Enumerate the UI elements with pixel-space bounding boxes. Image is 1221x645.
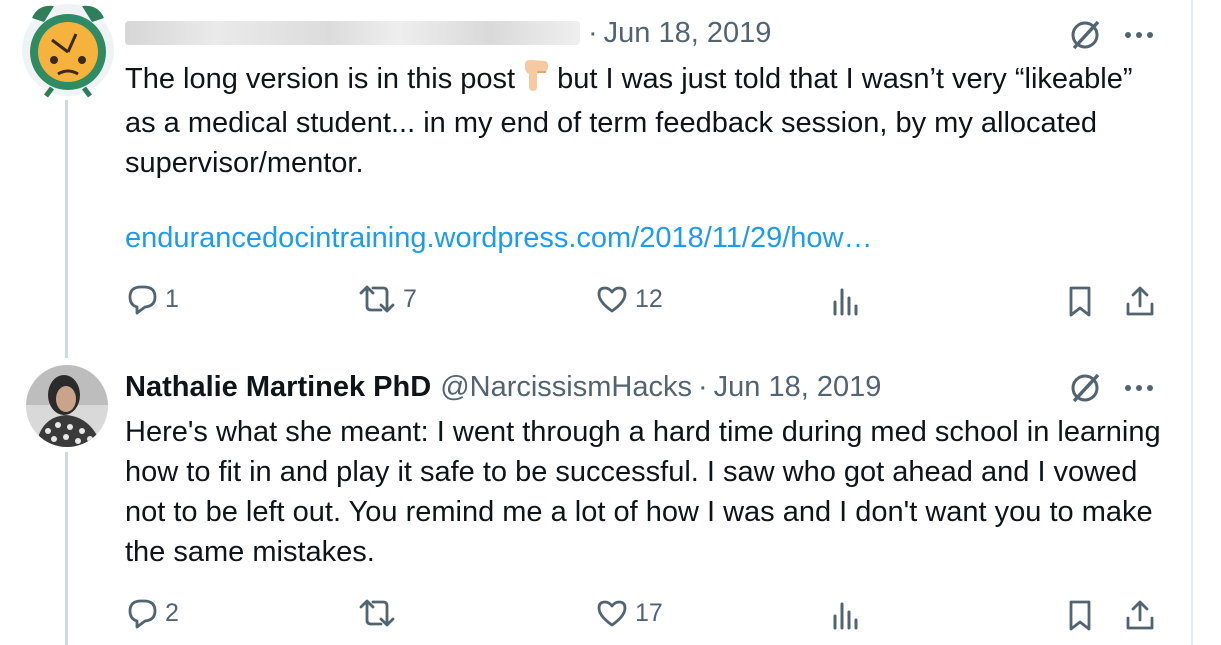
tweet-action-bar: 1 7 12: [125, 282, 1165, 322]
share-icon: [1126, 286, 1154, 316]
tweet-header: Nathalie Martinek PhD @NarcissismHacks ·…: [125, 368, 881, 406]
like-button[interactable]: 17: [595, 596, 663, 630]
views-icon: [833, 288, 858, 316]
pointing-down-emoji: [519, 58, 553, 103]
repost-button[interactable]: [357, 596, 403, 630]
separator-dot: ·: [588, 16, 598, 49]
like-count: 17: [635, 598, 663, 627]
reply-icon: [128, 285, 157, 315]
avatar[interactable]: [22, 0, 114, 98]
bookmark-icon: [1069, 286, 1091, 317]
tweet-text: Here's what she meant: I went through a …: [125, 416, 1161, 568]
author-name[interactable]: Nathalie Martinek PhD: [125, 371, 431, 404]
tweet-action-bar: 2 17: [125, 596, 1165, 636]
share-button[interactable]: [1123, 284, 1157, 318]
share-button[interactable]: [1123, 598, 1157, 632]
grok-icon[interactable]: [1068, 371, 1102, 405]
grok-icon[interactable]: [1068, 18, 1102, 52]
alarm-clock-avatar-image: [22, 4, 114, 98]
bookmark-button[interactable]: [1063, 598, 1097, 632]
more-dots-icon[interactable]: [1124, 30, 1154, 40]
views-button[interactable]: [829, 598, 863, 632]
thread-connector-line: [65, 452, 68, 645]
views-button[interactable]: [829, 284, 863, 318]
reply-button[interactable]: 2: [125, 596, 179, 630]
repost-icon: [359, 599, 395, 627]
timeline-right-border: [1191, 0, 1193, 645]
reply-icon: [128, 599, 157, 629]
tweet-top-actions: [1068, 18, 1154, 52]
avatar[interactable]: [26, 365, 108, 447]
more-dots-icon[interactable]: [1124, 383, 1154, 393]
reply-count: 1: [165, 284, 179, 313]
repost-button[interactable]: 7: [357, 282, 417, 316]
reply-button[interactable]: 1: [125, 282, 179, 316]
like-button[interactable]: 12: [595, 282, 663, 316]
like-count: 12: [635, 284, 663, 313]
reply-count: 2: [165, 598, 179, 627]
tweet-date[interactable]: Jun 18, 2019: [714, 371, 882, 404]
author-handle[interactable]: @NarcissismHacks: [440, 371, 692, 404]
like-icon: [597, 600, 627, 627]
tweet-link[interactable]: endurancedocintraining.wordpress.com/201…: [125, 218, 872, 258]
views-icon: [833, 602, 858, 630]
tweet-text-part1: The long version is in this post: [125, 63, 516, 95]
share-icon: [1126, 600, 1154, 630]
repost-icon: [359, 285, 395, 313]
repost-count: 7: [403, 284, 417, 313]
redacted-author-name: [125, 21, 580, 45]
separator-dot: ·: [697, 370, 708, 403]
thread-connector-line: [65, 100, 68, 358]
profile-photo: [26, 365, 108, 447]
like-icon: [597, 286, 627, 313]
bookmark-button[interactable]: [1063, 284, 1097, 318]
tweet-date[interactable]: Jun 18, 2019: [604, 17, 772, 50]
tweet-top-actions: [1068, 371, 1154, 405]
tweet-header: · Jun 18, 2019: [125, 14, 771, 52]
tweet-text: The long version is in this post but I wa…: [125, 58, 1165, 183]
bookmark-icon: [1069, 600, 1091, 631]
